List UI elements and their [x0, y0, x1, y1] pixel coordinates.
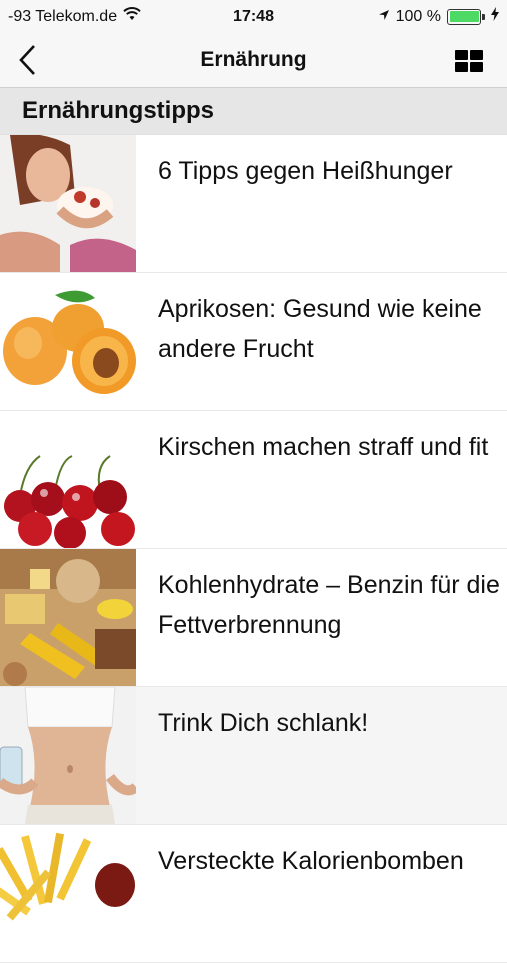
status-left: -93 Telekom.de	[8, 7, 141, 26]
article-list: 6 Tipps gegen Heißhunger Aprikosen: Gesu…	[0, 135, 507, 963]
article-thumbnail-french-fries	[0, 825, 136, 962]
article-thumbnail-woman-eating-cake	[0, 135, 136, 272]
grid-view-button[interactable]	[455, 50, 483, 72]
article-row[interactable]: Versteckte Kalorienbomben	[0, 825, 507, 963]
article-row[interactable]: Aprikosen: Gesund wie keine andere Fruch…	[0, 273, 507, 411]
chevron-left-icon	[19, 45, 35, 75]
article-title: Kohlenhydrate – Benzin für die Fettverbr…	[158, 571, 500, 639]
article-thumbnail-cherries	[0, 411, 136, 548]
battery-icon	[447, 8, 485, 25]
location-arrow-icon	[378, 8, 390, 26]
article-title: 6 Tipps gegen Heißhunger	[158, 157, 453, 185]
grid-view-icon-cell	[470, 62, 483, 72]
grid-view-icon-cell	[470, 50, 483, 60]
status-bar: -93 Telekom.de 17:48 100 %	[0, 0, 507, 33]
article-thumbnail-carbohydrate-foods	[0, 549, 136, 686]
article-title: Aprikosen: Gesund wie keine andere Fruch…	[158, 295, 482, 363]
article-row[interactable]: 6 Tipps gegen Heißhunger	[0, 135, 507, 273]
wifi-icon	[123, 7, 141, 26]
article-row[interactable]: Trink Dich schlank!	[0, 687, 507, 825]
article-thumbnail-apricots	[0, 273, 136, 410]
section-header: Ernährungstipps	[0, 88, 507, 135]
article-title: Versteckte Kalorienbomben	[158, 847, 464, 875]
article-title: Trink Dich schlank!	[158, 709, 369, 737]
navigation-bar: Ernährung	[0, 33, 507, 88]
status-right: 100 %	[378, 7, 499, 26]
article-row[interactable]: Kohlenhydrate – Benzin für die Fettverbr…	[0, 549, 507, 687]
carrier-label: -93 Telekom.de	[8, 7, 118, 25]
article-row[interactable]: Kirschen machen straff und fit	[0, 411, 507, 549]
page-title: Ernährung	[200, 48, 307, 71]
battery-percent: 100 %	[395, 7, 441, 25]
status-time: 17:48	[233, 7, 274, 25]
charging-bolt-icon	[491, 7, 499, 26]
article-thumbnail-slim-waist-water	[0, 687, 136, 824]
grid-view-icon	[455, 50, 468, 60]
article-title: Kirschen machen straff und fit	[158, 433, 489, 461]
back-button[interactable]	[18, 43, 48, 77]
grid-view-icon-cell	[455, 62, 468, 72]
